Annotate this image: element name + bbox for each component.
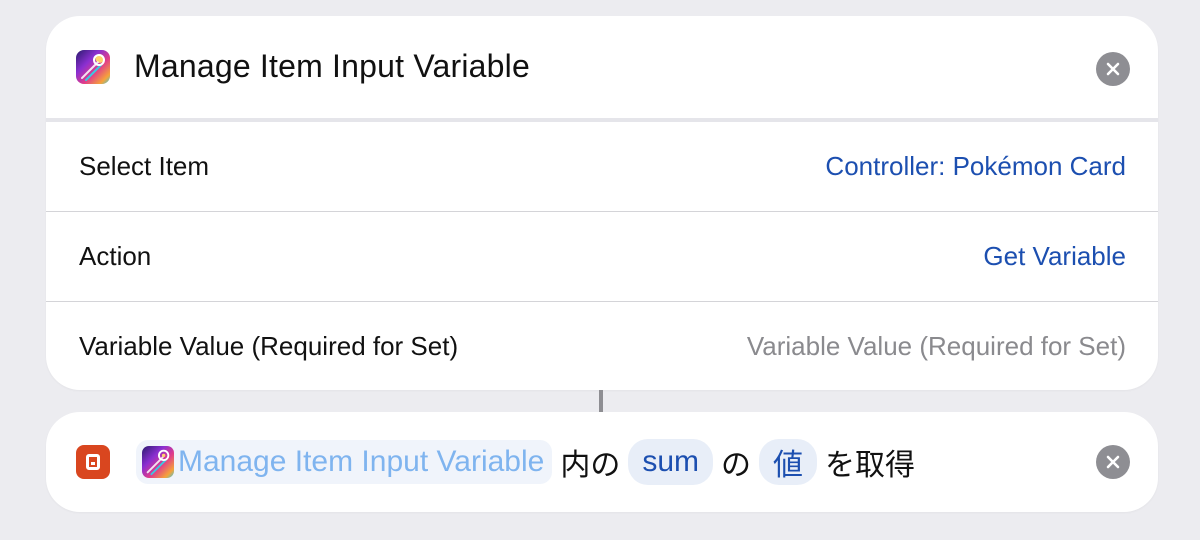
- text-get: を取得: [825, 449, 916, 482]
- param-label: Variable Value (Required for Set): [79, 331, 459, 361]
- param-row-variable-value[interactable]: Variable Value (Required for Set) Variab…: [46, 302, 1158, 390]
- action-card: Manage Item Input Variable Select Item C…: [46, 16, 1158, 390]
- param-label: Select Item: [79, 151, 210, 181]
- select-item-value[interactable]: Controller: Pokémon Card: [825, 122, 1126, 211]
- text-of: の: [721, 449, 752, 482]
- app-gradient-icon: [142, 446, 174, 478]
- flow-connector: [599, 390, 603, 412]
- param-row-action[interactable]: Action Get Variable: [46, 212, 1158, 302]
- value-token[interactable]: 値: [759, 439, 818, 485]
- close-icon[interactable]: [1096, 52, 1130, 86]
- param-row-select-item[interactable]: Select Item Controller: Pokémon Card: [46, 122, 1158, 212]
- text-in: 内の: [560, 449, 621, 482]
- script-icon: [76, 445, 110, 479]
- variable-name-token[interactable]: sum: [628, 439, 714, 485]
- action-value[interactable]: Get Variable: [983, 212, 1126, 301]
- get-variable-card: Manage Item Input Variable 内の sum の 値 を取…: [46, 412, 1158, 512]
- variable-value-field[interactable]: Variable Value (Required for Set): [747, 302, 1126, 390]
- action-card-header: Manage Item Input Variable: [46, 16, 1158, 118]
- param-label: Action: [79, 241, 152, 271]
- action-title: Manage Item Input Variable: [134, 48, 530, 84]
- get-variable-sentence: Manage Item Input Variable 内の sum の 値 を取…: [76, 439, 923, 485]
- app-token-label: Manage Item Input Variable: [178, 445, 545, 478]
- app-gradient-icon: [76, 50, 110, 84]
- close-icon[interactable]: [1096, 445, 1130, 479]
- app-output-token[interactable]: Manage Item Input Variable: [136, 440, 553, 484]
